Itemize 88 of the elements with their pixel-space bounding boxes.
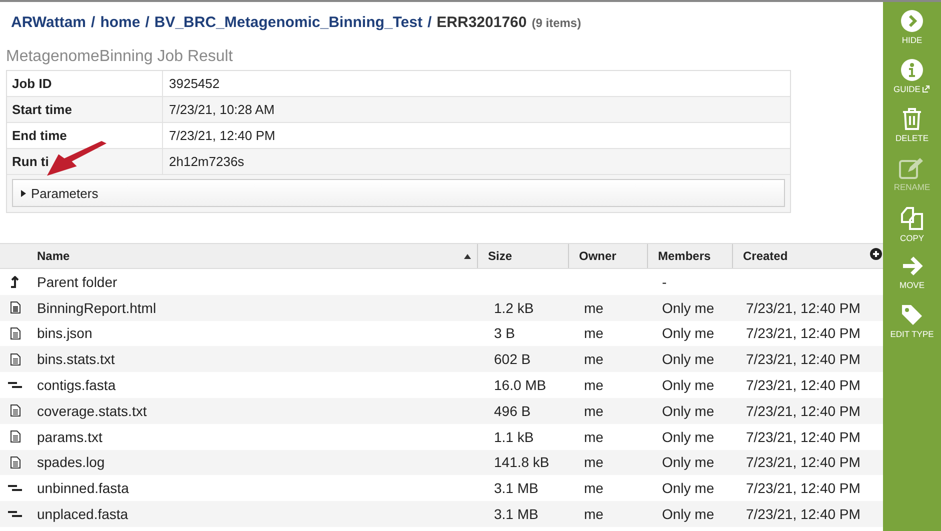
pointer-arrow-icon: [47, 141, 109, 177]
table-cell: 7/23/21, 12:40 PM: [746, 480, 860, 496]
column-header[interactable]: Created: [732, 244, 861, 268]
arrow-right-icon: [901, 255, 923, 277]
document-icon: [10, 456, 20, 469]
contigs-icon: [8, 510, 22, 518]
breadcrumb-separator: /: [91, 14, 96, 31]
table-cell: me: [584, 506, 604, 522]
contigs-icon: [8, 381, 22, 390]
file-name[interactable]: BinningReport.html: [37, 300, 156, 316]
table-cell: me: [584, 300, 604, 316]
table-cell: me: [584, 454, 604, 470]
copy-icon: [900, 206, 924, 230]
breadcrumb-separator: /: [145, 14, 150, 31]
file-name[interactable]: spades.log: [37, 454, 105, 470]
table-cell: 3 B: [494, 325, 516, 342]
table-cell: Only me: [662, 428, 714, 445]
table-cell: Only me: [662, 454, 714, 470]
table-cell: Only me: [662, 325, 714, 342]
up-arrow-icon: [10, 276, 20, 288]
file-name[interactable]: contigs.fasta: [37, 377, 116, 394]
breadcrumb-link[interactable]: home: [100, 14, 140, 31]
table-cell: 1.2 kB: [494, 300, 534, 316]
breadcrumb-separator: /: [427, 14, 432, 31]
table-cell: Only me: [662, 300, 714, 316]
table-cell: 496 B: [494, 402, 531, 419]
add-column-icon[interactable]: [870, 248, 882, 260]
table-cell: Only me: [662, 351, 714, 368]
document-icon: [10, 430, 20, 444]
tag-icon: [901, 304, 923, 326]
table-cell: 3.1 MB: [494, 480, 538, 496]
table-cell: 16.0 MB: [494, 377, 546, 394]
chevron-circle-icon: [901, 10, 923, 32]
file-name[interactable]: unplaced.fasta: [37, 506, 128, 522]
table-cell: Only me: [662, 377, 714, 394]
file-name[interactable]: bins.stats.txt: [37, 351, 115, 368]
trash-icon: [902, 108, 922, 130]
file-name[interactable]: unbinned.fasta: [37, 480, 129, 496]
document-icon: [10, 352, 20, 366]
section-title: MetagenomeBinning Job Result: [6, 48, 234, 66]
file-name[interactable]: coverage.stats.txt: [37, 402, 147, 419]
table-cell: 7/23/21, 12:40 PM: [746, 402, 860, 419]
column-header[interactable]: Members: [647, 244, 732, 268]
table-cell: 1.1 kB: [494, 428, 534, 445]
table-cell: me: [584, 402, 604, 419]
file-name[interactable]: Parent folder: [37, 274, 118, 290]
breadcrumb-link[interactable]: BV_BRC_Metagenomic_Binning_Test: [154, 14, 422, 31]
table-cell: 7/23/21, 12:40 PM: [746, 325, 860, 342]
item-count: (9 items): [532, 16, 582, 30]
field-label: Job ID: [7, 71, 163, 96]
column-header[interactable]: Size: [477, 244, 568, 268]
table-cell: 7/23/21, 12:40 PM: [746, 351, 860, 368]
column-header[interactable]: Name: [30, 249, 477, 263]
document-icon: [10, 404, 20, 418]
table-cell: 602 B: [494, 351, 531, 368]
document-icon: [10, 326, 20, 340]
table-cell: 7/23/21, 12:40 PM: [746, 506, 860, 522]
table-cell: 7/23/21, 12:40 PM: [746, 428, 860, 445]
caret-right-icon: [21, 190, 26, 196]
field-label: Start time: [7, 97, 163, 122]
field-value: 7/23/21, 12:40 PM: [168, 128, 276, 143]
table-cell: Only me: [662, 402, 714, 419]
pencil-square-icon: [899, 157, 925, 179]
breadcrumb-current: ERR3201760: [436, 14, 527, 31]
table-cell: 3.1 MB: [494, 506, 538, 522]
table-cell: me: [584, 480, 604, 496]
contigs-icon: [8, 484, 22, 492]
field-value: 3925452: [168, 76, 220, 91]
breadcrumb-link[interactable]: ARWattam: [11, 14, 86, 31]
table-cell: 7/23/21, 12:40 PM: [746, 300, 860, 316]
table-cell: 141.8 kB: [494, 454, 550, 470]
parameters-toggle[interactable]: Parameters: [12, 179, 785, 207]
table-cell: 7/23/21, 12:40 PM: [746, 377, 860, 394]
file-name[interactable]: bins.json: [37, 325, 92, 342]
table-cell: 7/23/21, 12:40 PM: [746, 454, 860, 470]
table-cell: me: [584, 377, 604, 394]
table-cell: Only me: [662, 506, 714, 522]
table-cell: Only me: [662, 480, 714, 496]
table-cell: me: [584, 428, 604, 445]
document-icon: [10, 301, 20, 314]
table-cell: me: [584, 325, 604, 342]
column-header[interactable]: Owner: [568, 244, 647, 268]
table-cell: me: [584, 351, 604, 368]
file-name[interactable]: params.txt: [37, 428, 102, 445]
info-icon: [901, 59, 923, 81]
field-value: 2h12m7236s: [168, 154, 244, 169]
table-cell: -: [662, 274, 667, 290]
field-value: 7/23/21, 10:28 AM: [168, 102, 275, 117]
